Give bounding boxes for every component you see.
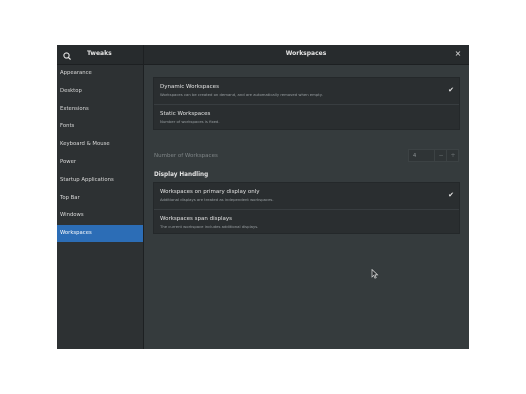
- sidebar-item-windows[interactable]: Windows: [57, 207, 143, 224]
- display-handling-heading: Display Handling: [154, 172, 209, 178]
- primary-display-only-title: Workspaces on primary display only: [160, 189, 260, 195]
- dynamic-workspaces-title: Dynamic Workspaces: [160, 84, 219, 90]
- sidebar-item-extensions[interactable]: Extensions: [57, 101, 143, 118]
- sidebar-item-desktop[interactable]: Desktop: [57, 83, 143, 100]
- sidebar-item-fonts[interactable]: Fonts: [57, 118, 143, 135]
- sidebar-item-keyboard-mouse[interactable]: Keyboard & Mouse: [57, 136, 143, 153]
- span-displays-title: Workspaces span displays: [160, 216, 233, 222]
- sidebar-header: Tweaks: [57, 45, 144, 64]
- tweaks-window: Tweaks Workspaces × Appearance Desktop E…: [57, 45, 469, 349]
- sidebar: Appearance Desktop Extensions Fonts Keyb…: [57, 65, 144, 349]
- number-of-workspaces-value[interactable]: 4: [413, 153, 416, 159]
- mouse-pointer-icon: [371, 264, 379, 279]
- workspaces-page: Dynamic Workspaces Workspaces can be cre…: [144, 65, 469, 349]
- number-of-workspaces-label: Number of Workspaces: [154, 153, 218, 159]
- page-title: Workspaces: [285, 50, 327, 57]
- checkmark-icon: ✔: [448, 191, 454, 199]
- checkmark-icon: ✔: [448, 86, 454, 94]
- increment-button[interactable]: +: [446, 150, 459, 161]
- span-displays-row[interactable]: Workspaces span displays The current wor…: [154, 210, 459, 236]
- sidebar-item-appearance[interactable]: Appearance: [57, 65, 143, 82]
- span-displays-subtitle: The current workspace includes additiona…: [160, 224, 259, 229]
- sidebar-item-startup-applications[interactable]: Startup Applications: [57, 172, 143, 189]
- dynamic-workspaces-row[interactable]: Dynamic Workspaces Workspaces can be cre…: [154, 78, 459, 104]
- sidebar-item-workspaces[interactable]: Workspaces: [57, 225, 143, 243]
- workspace-mode-list: Dynamic Workspaces Workspaces can be cre…: [153, 77, 460, 130]
- primary-display-only-subtitle: Additional displays are treated as indep…: [160, 197, 274, 202]
- close-icon[interactable]: ×: [453, 49, 463, 59]
- header-bar: Tweaks Workspaces ×: [57, 45, 469, 65]
- app-title: Tweaks: [87, 50, 112, 57]
- static-workspaces-title: Static Workspaces: [160, 111, 211, 117]
- primary-display-only-row[interactable]: Workspaces on primary display only Addit…: [154, 183, 459, 209]
- static-workspaces-subtitle: Number of workspaces is fixed.: [160, 119, 220, 124]
- display-handling-list: Workspaces on primary display only Addit…: [153, 182, 460, 234]
- sidebar-item-top-bar[interactable]: Top Bar: [57, 190, 143, 207]
- dynamic-workspaces-subtitle: Workspaces can be created on demand, and…: [160, 92, 323, 97]
- static-workspaces-row[interactable]: Static Workspaces Number of workspaces i…: [154, 105, 459, 131]
- sidebar-item-power[interactable]: Power: [57, 154, 143, 171]
- search-icon[interactable]: [61, 48, 74, 61]
- number-of-workspaces-stepper[interactable]: 4 − +: [408, 149, 459, 162]
